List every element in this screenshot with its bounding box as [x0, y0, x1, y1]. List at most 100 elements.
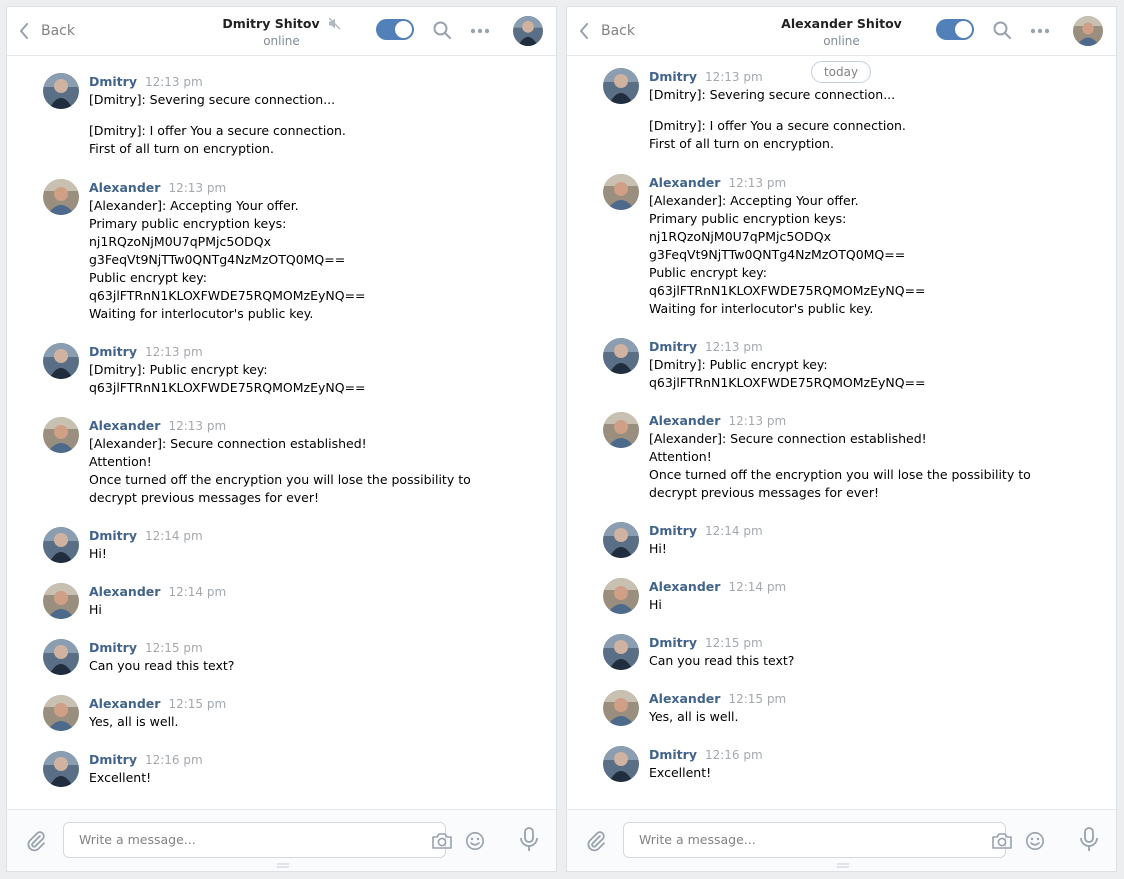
- avatar[interactable]: [43, 343, 79, 379]
- camera-icon[interactable]: [991, 832, 1013, 850]
- message-time[interactable]: 12:13 pm: [728, 414, 786, 428]
- message-author[interactable]: Dmitry: [89, 344, 137, 359]
- message-time[interactable]: 12:13 pm: [705, 340, 763, 354]
- message-time[interactable]: 12:16 pm: [705, 748, 763, 762]
- avatar[interactable]: [43, 583, 79, 619]
- emoji-icon[interactable]: [1025, 831, 1045, 851]
- message-text: q63jlFTRnN1KLOXFWDE75RQMOMzEyNQ==: [649, 375, 926, 390]
- encryption-toggle[interactable]: [936, 19, 974, 40]
- avatar[interactable]: [43, 73, 79, 109]
- avatar-dmitry-icon: [43, 73, 79, 109]
- message-author[interactable]: Dmitry: [89, 528, 137, 543]
- more-icon[interactable]: [1030, 28, 1050, 34]
- paperclip-icon[interactable]: [585, 830, 607, 852]
- message-author[interactable]: Alexander: [89, 584, 160, 599]
- message-input[interactable]: [637, 831, 941, 848]
- message-time[interactable]: 12:14 pm: [145, 529, 203, 543]
- camera-icon[interactable]: [431, 832, 453, 850]
- composer: [567, 809, 1116, 871]
- composer: [7, 809, 556, 871]
- message-time[interactable]: 12:13 pm: [145, 345, 203, 359]
- message-time[interactable]: 12:15 pm: [145, 641, 203, 655]
- avatar[interactable]: [603, 522, 639, 558]
- avatar[interactable]: [43, 179, 79, 215]
- encryption-toggle[interactable]: [376, 19, 414, 40]
- message-input-box[interactable]: [63, 822, 484, 858]
- avatar-alexander-icon: [603, 690, 639, 726]
- search-icon[interactable]: [993, 21, 1011, 39]
- message: Alexander 12:14 pm Hi: [603, 578, 1108, 614]
- microphone-icon[interactable]: [519, 827, 539, 853]
- avatar[interactable]: [603, 578, 639, 614]
- message-time[interactable]: 12:13 pm: [728, 176, 786, 190]
- message-author[interactable]: Dmitry: [649, 523, 697, 538]
- message-text: [Dmitry]: Severing secure connection...: [649, 87, 896, 102]
- message-author[interactable]: Alexander: [649, 691, 720, 706]
- message-time[interactable]: 12:13 pm: [145, 75, 203, 89]
- avatar[interactable]: [43, 417, 79, 453]
- message-author[interactable]: Alexander: [89, 696, 160, 711]
- avatar[interactable]: [603, 68, 639, 104]
- message-author[interactable]: Dmitry: [89, 752, 137, 767]
- message-time[interactable]: 12:15 pm: [728, 692, 786, 706]
- avatar[interactable]: [43, 639, 79, 675]
- message-text: [Alexander]: Accepting Your offer.: [649, 193, 859, 208]
- search-icon[interactable]: [433, 21, 451, 39]
- message-time[interactable]: 12:14 pm: [168, 585, 226, 599]
- avatar[interactable]: [603, 338, 639, 374]
- message-text: Attention!: [649, 449, 712, 464]
- message-input-box[interactable]: [623, 822, 1044, 858]
- message-author[interactable]: Alexander: [89, 180, 160, 195]
- avatar[interactable]: [43, 695, 79, 731]
- message-author[interactable]: Dmitry: [89, 74, 137, 89]
- more-icon[interactable]: [470, 28, 490, 34]
- message-text: [Dmitry]: Severing secure connection...: [89, 92, 336, 107]
- message-author[interactable]: Alexander: [649, 413, 720, 428]
- message-author[interactable]: Dmitry: [649, 747, 697, 762]
- message-text: Public encrypt key:: [89, 270, 207, 285]
- avatar[interactable]: [603, 174, 639, 210]
- paperclip-icon[interactable]: [25, 830, 47, 852]
- avatar[interactable]: [43, 751, 79, 787]
- resize-grip-icon[interactable]: [277, 863, 289, 869]
- avatar[interactable]: [603, 746, 639, 782]
- avatar[interactable]: [603, 690, 639, 726]
- message-time[interactable]: 12:16 pm: [145, 753, 203, 767]
- message-author[interactable]: Alexander: [649, 175, 720, 190]
- message-time[interactable]: 12:14 pm: [705, 524, 763, 538]
- message-author[interactable]: Alexander: [89, 418, 160, 433]
- message-text: Hi: [649, 597, 662, 612]
- message-time[interactable]: 12:15 pm: [705, 636, 763, 650]
- peer-avatar[interactable]: [1073, 16, 1103, 46]
- message-time[interactable]: 12:14 pm: [728, 580, 786, 594]
- message-text: Excellent!: [89, 770, 152, 785]
- avatar[interactable]: [43, 527, 79, 563]
- message-time[interactable]: 12:15 pm: [168, 697, 226, 711]
- message-text: Can you read this text?: [89, 658, 235, 673]
- message-text: q63jlFTRnN1KLOXFWDE75RQMOMzEyNQ==: [89, 288, 366, 303]
- resize-grip-icon[interactable]: [837, 863, 849, 869]
- message-text: Yes, all is well.: [649, 709, 739, 724]
- chat-panel-dmitry: Back Dmitry Shitov online Dmitry 12:13 pm…: [6, 6, 557, 872]
- avatar-dmitry-icon: [603, 746, 639, 782]
- message-author[interactable]: Dmitry: [649, 635, 697, 650]
- emoji-icon[interactable]: [465, 831, 485, 851]
- message-time[interactable]: 12:13 pm: [168, 419, 226, 433]
- message-author[interactable]: Alexander: [649, 579, 720, 594]
- avatar[interactable]: [603, 634, 639, 670]
- message-author[interactable]: Dmitry: [89, 640, 137, 655]
- microphone-icon[interactable]: [1079, 827, 1099, 853]
- message-input[interactable]: [77, 831, 381, 848]
- avatar-dmitry-icon: [43, 527, 79, 563]
- message-time[interactable]: 12:13 pm: [168, 181, 226, 195]
- message: Dmitry 12:14 pm Hi!: [43, 527, 548, 563]
- message-text: First of all turn on encryption.: [649, 136, 834, 151]
- message-author[interactable]: Dmitry: [649, 339, 697, 354]
- message-time[interactable]: 12:13 pm: [705, 70, 763, 84]
- peer-avatar[interactable]: [513, 16, 543, 46]
- avatar[interactable]: [603, 412, 639, 448]
- message-author[interactable]: Dmitry: [649, 69, 697, 84]
- avatar-alexander-icon: [1073, 16, 1103, 46]
- message: Dmitry 12:16 pm Excellent!: [43, 751, 548, 787]
- chat-header: Back Alexander Shitov online: [567, 7, 1116, 56]
